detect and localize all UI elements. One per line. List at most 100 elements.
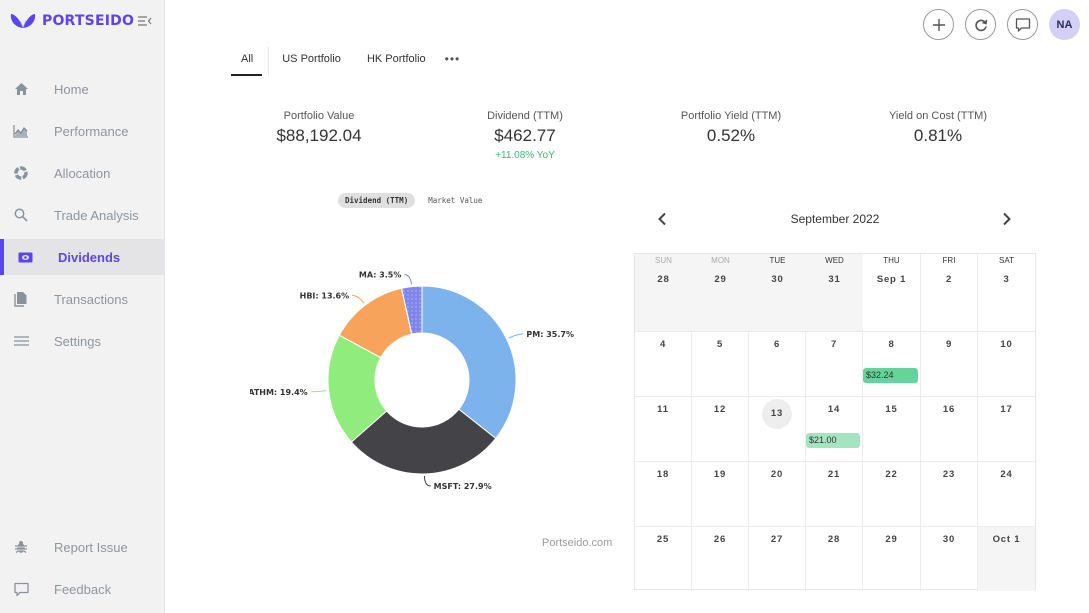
sidebar-item-label: Trade Analysis	[54, 207, 139, 223]
calendar-day-cell[interactable]: 15	[863, 397, 921, 462]
calendar-day-cell[interactable]: 5	[692, 332, 749, 397]
calendar-day-cell[interactable]: 6	[749, 332, 806, 397]
calendar-day-cell[interactable]: 23	[921, 462, 978, 527]
stat-dividend-ttm: Dividend (TTM) $462.77 +11.08% YoY	[435, 110, 615, 161]
sidebar-item-performance[interactable]: Performance	[0, 113, 165, 149]
data-label-msft: MSFT: 27.9%	[434, 482, 492, 491]
money-icon	[17, 249, 33, 265]
user-avatar[interactable]: NA	[1049, 9, 1080, 40]
sidebar-item-feedback[interactable]: Feedback	[0, 571, 165, 607]
calendar-day-cell[interactable]: 21	[806, 462, 863, 527]
stat-portfolio-yield: Portfolio Yield (TTM) 0.52%	[641, 110, 821, 146]
collapse-sidebar-button[interactable]	[137, 13, 153, 29]
sidebar-item-home[interactable]: Home	[0, 71, 165, 107]
brand-name: PORTSEIDO	[42, 13, 135, 29]
data-label-pm: PM: 35.7%	[526, 330, 574, 339]
chevron-right-icon	[1003, 212, 1011, 226]
day-number: 26	[713, 534, 727, 545]
stat-label: Portfolio Value	[283, 110, 355, 122]
sidebar-item-label: Dividends	[58, 249, 121, 265]
day-number: 3	[1003, 274, 1010, 285]
calendar-day-cell[interactable]: 3	[978, 267, 1035, 332]
calendar-day-cell[interactable]: Sep 1	[863, 267, 921, 332]
sidebar-item-allocation[interactable]: Allocation	[0, 155, 165, 191]
calendar-day-cell[interactable]: 31	[806, 267, 863, 332]
tab-us-portfolio[interactable]: US Portfolio	[271, 46, 356, 76]
pie-slice-pm[interactable]	[421, 285, 517, 440]
day-number: 21	[827, 469, 841, 480]
calendar-day-cell[interactable]: 29	[863, 527, 921, 591]
calendar-day-cell[interactable]: 13	[749, 397, 806, 462]
day-number: 27	[770, 534, 784, 545]
calendar-day-cell[interactable]: 24	[978, 462, 1035, 527]
more-tabs-button[interactable]: •••	[441, 46, 465, 76]
calendar-day-cell[interactable]: Oct 1	[978, 527, 1035, 591]
day-number: 10	[1000, 339, 1013, 350]
footer-brand: Portseido.com	[542, 537, 613, 549]
day-number: 16	[942, 404, 956, 415]
day-number: 24	[1000, 469, 1013, 480]
day-number: Sep 1	[876, 274, 907, 285]
sidebar-item-transactions[interactable]: Transactions	[0, 281, 165, 317]
calendar-day-cell[interactable]: 9	[921, 332, 978, 397]
toggle-dividend-ttm[interactable]: Dividend (TTM)	[338, 193, 416, 208]
sidebar-item-label: Report Issue	[54, 539, 128, 555]
data-label-hbi: HBI: 13.6%	[300, 291, 350, 300]
stat-yoy-change: +11.08% YoY	[495, 150, 555, 161]
butterfly-logo-icon	[10, 14, 36, 29]
data-label-ma: MA: 3.5%	[359, 271, 401, 280]
sidebar-item-report-issue[interactable]: Report Issue	[0, 529, 165, 565]
calendar-day-cell[interactable]: 10	[978, 332, 1035, 397]
stat-portfolio-value: Portfolio Value $88,192.04	[229, 110, 409, 146]
calendar-day-cell[interactable]: 25	[635, 527, 692, 591]
dividend-event[interactable]: $21.00	[806, 433, 860, 448]
calendar-title: September 2022	[790, 212, 880, 226]
day-number: 5	[716, 339, 724, 350]
tab-all[interactable]: All	[230, 46, 268, 76]
sidebar-item-label: Settings	[54, 333, 101, 349]
calendar-day-cell[interactable]: 16	[921, 397, 978, 462]
next-month-button[interactable]	[997, 209, 1017, 229]
sidebar-item-trade-analysis[interactable]: Trade Analysis	[0, 197, 165, 233]
add-button[interactable]	[923, 9, 954, 40]
calendar-day-cell[interactable]: 12	[692, 397, 749, 462]
calendar-grid: SUN MON TUE WED THU FRI SAT 28 29 30 31 Sep 1234567…	[634, 253, 1036, 591]
sidebar-item-settings[interactable]: Settings	[0, 323, 165, 359]
weekday-header-wed: WED	[825, 256, 844, 265]
calendar-day-cell[interactable]: 28	[635, 267, 692, 332]
calendar-day-cell[interactable]: 11	[635, 397, 692, 462]
refresh-button[interactable]	[965, 9, 996, 40]
weekday-header-thu: THU	[863, 254, 921, 267]
day-number: 2	[945, 274, 953, 285]
calendar-day-cell[interactable]: 26	[692, 527, 749, 591]
sidebar-item-dividends[interactable]: Dividends	[0, 239, 165, 275]
message-button[interactable]	[1007, 9, 1038, 40]
calendar-day-cell[interactable]: 30	[921, 527, 978, 591]
calendar-day-cell[interactable]: 22	[863, 462, 921, 527]
calendar-day-cell[interactable]: 19	[692, 462, 749, 527]
calendar-header: September 2022	[634, 205, 1036, 233]
calendar-day-cell[interactable]: 20	[749, 462, 806, 527]
toggle-market-value[interactable]: Market Value	[421, 193, 489, 208]
calendar-day-cell[interactable]: 28	[806, 527, 863, 591]
calendar-day-cell[interactable]: 2	[921, 267, 978, 332]
calendar-day-cell[interactable]: 27	[749, 527, 806, 591]
chart-line-icon	[13, 123, 29, 139]
day-number: 25	[656, 534, 670, 545]
calendar-day-cell[interactable]: 4	[635, 332, 692, 397]
calendar-day-cell[interactable]: 8 $32.24	[863, 332, 921, 397]
calendar-day-cell[interactable]: 29	[692, 267, 749, 332]
calendar-day-cell[interactable]: 14 $21.00	[806, 397, 863, 462]
logo[interactable]: PORTSEIDO	[10, 10, 134, 32]
calendar-day-cell[interactable]: 18	[635, 462, 692, 527]
calendar-day-cell[interactable]: 7	[806, 332, 863, 397]
day-number: 20	[770, 469, 784, 480]
label-connector	[508, 333, 524, 339]
tab-hk-portfolio[interactable]: HK Portfolio	[356, 46, 441, 76]
sidebar-item-label: Transactions	[54, 291, 128, 307]
data-label-athm: ATHM: 19.4%	[250, 388, 308, 397]
calendar-day-cell[interactable]: 17	[978, 397, 1035, 462]
dividend-event[interactable]: $32.24	[863, 368, 918, 383]
day-number: 31	[828, 274, 841, 285]
calendar-day-cell[interactable]: 30	[749, 267, 806, 332]
